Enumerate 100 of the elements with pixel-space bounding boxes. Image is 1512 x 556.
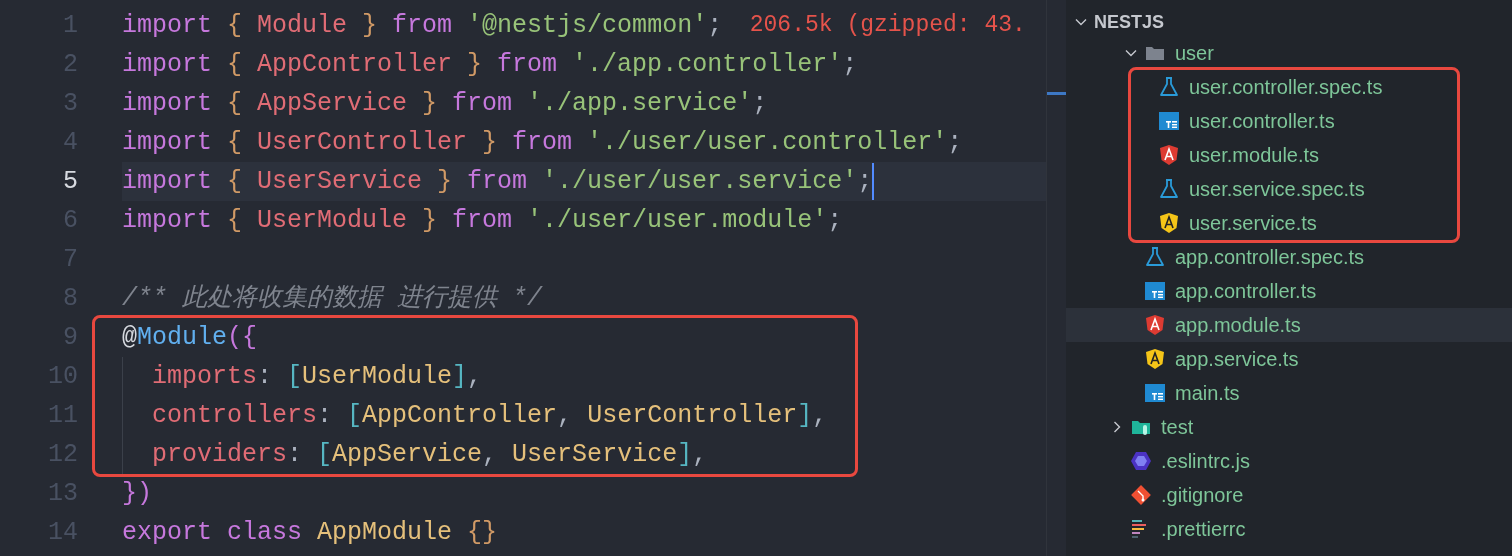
file-tree-item[interactable]: .gitignore	[1066, 478, 1512, 512]
file-tree-item[interactable]: user.controller.ts	[1131, 104, 1457, 138]
file-tree-item[interactable]: app.controller.spec.ts	[1066, 240, 1512, 274]
code-token: ]	[797, 399, 813, 432]
code-token: {}	[466, 516, 498, 549]
code-token: }	[466, 48, 483, 81]
code-token: :	[257, 360, 273, 393]
code-token: import	[122, 165, 212, 198]
file-tree-item[interactable]: .eslintrc.js	[1066, 444, 1512, 478]
code-token: './app.service'	[526, 87, 753, 120]
code-token: Module	[137, 321, 228, 354]
code-token: class	[226, 516, 303, 549]
code-token: [	[316, 438, 333, 471]
code-token: import	[122, 48, 212, 81]
code-token: providers	[152, 438, 288, 471]
shield-icon	[1144, 314, 1166, 336]
code-token: from	[496, 48, 558, 81]
code-token: ,	[692, 438, 708, 471]
code-token: UserService	[256, 165, 423, 198]
code-token: UserController	[586, 399, 798, 432]
code-token: {	[226, 126, 243, 159]
code-token: './user/user.controller'	[586, 126, 948, 159]
code-token: ;	[827, 204, 843, 237]
code-token: import	[122, 126, 212, 159]
file-tree-item[interactable]: user.controller.spec.ts	[1131, 70, 1457, 104]
code-token: UserController	[256, 126, 468, 159]
file-tree-item[interactable]: user	[1066, 36, 1512, 70]
code-token: '@nestjs/common'	[466, 9, 708, 42]
code-token: }	[481, 126, 498, 159]
line-number: 5	[63, 165, 78, 198]
code-token: }	[421, 204, 438, 237]
code-token: ,	[482, 438, 498, 471]
code-token: }	[361, 9, 378, 42]
file-tree-item[interactable]: app.controller.ts	[1066, 274, 1512, 308]
code-token: })	[122, 477, 152, 510]
code-token: }	[421, 87, 438, 120]
file-tree-item[interactable]: user.module.ts	[1131, 138, 1457, 172]
bundle-size-hint: 206.5k (gzipped: 43.	[748, 11, 1026, 41]
code-token: UserModule	[256, 204, 408, 237]
code-token: AppModule	[316, 516, 453, 549]
code-token: './user/user.service'	[541, 165, 858, 198]
code-token: [	[346, 399, 363, 432]
code-token: :	[287, 438, 303, 471]
code-token: ]	[452, 360, 468, 393]
flask-icon	[1144, 246, 1166, 268]
code-token: ;	[857, 162, 875, 201]
code-token: :	[317, 399, 333, 432]
code-token: /** 此处将收集的数据 进行提供 */	[122, 282, 543, 315]
code-token: {	[226, 165, 243, 198]
code-token: import	[122, 204, 212, 237]
code-token: {	[226, 9, 243, 42]
code-token: import	[122, 9, 212, 42]
file-tree-item[interactable]: .prettierrc	[1066, 512, 1512, 546]
code-token: './user/user.module'	[526, 204, 828, 237]
typescript-file-icon	[1144, 280, 1166, 302]
code-token: export	[122, 516, 212, 549]
code-token: {	[226, 204, 243, 237]
file-tree-item[interactable]: app.service.ts	[1066, 342, 1512, 376]
code-token: imports	[152, 360, 258, 393]
scrollbar-mark	[1047, 92, 1066, 95]
code-token: ;	[707, 9, 723, 42]
code-token: ;	[752, 87, 768, 120]
code-token: ,	[812, 399, 828, 432]
shield-icon	[1158, 212, 1180, 234]
code-token: {	[226, 48, 243, 81]
code-token: './app.controller'	[571, 48, 843, 81]
code-token: AppController	[256, 48, 453, 81]
code-token: ;	[842, 48, 858, 81]
code-token: [	[286, 360, 303, 393]
code-token: from	[511, 126, 573, 159]
shield-icon	[1158, 144, 1180, 166]
flask-icon	[1158, 76, 1180, 98]
flask-icon	[1158, 178, 1180, 200]
code-token: @	[122, 321, 137, 354]
code-token: ,	[557, 399, 573, 432]
file-tree-item[interactable]: user.service.ts	[1131, 206, 1457, 240]
file-tree-item[interactable]: app.module.ts	[1066, 308, 1512, 342]
code-token: from	[391, 9, 453, 42]
code-token: ,	[467, 360, 483, 393]
hexagon-icon	[1130, 450, 1152, 472]
explorer-header[interactable]: NESTJS	[1066, 8, 1512, 36]
code-token: from	[451, 204, 513, 237]
typescript-file-icon	[1144, 382, 1166, 404]
file-tree-item[interactable]: test	[1066, 410, 1512, 444]
code-token: from	[451, 87, 513, 120]
code-token: ]	[677, 438, 693, 471]
code-token: Module	[256, 9, 348, 42]
shield-icon	[1144, 348, 1166, 370]
code-token: }	[436, 165, 453, 198]
code-token: AppController	[362, 399, 558, 432]
file-tree-item[interactable]: user.service.spec.ts	[1131, 172, 1457, 206]
typescript-file-icon	[1158, 110, 1180, 132]
code-token: controllers	[152, 399, 318, 432]
code-token: UserService	[511, 438, 678, 471]
code-token: {	[226, 87, 243, 120]
code-token: import	[122, 87, 212, 120]
file-tree-item[interactable]: main.ts	[1066, 376, 1512, 410]
code-token: ;	[947, 126, 963, 159]
code-token: from	[466, 165, 528, 198]
code-token: UserModule	[302, 360, 453, 393]
